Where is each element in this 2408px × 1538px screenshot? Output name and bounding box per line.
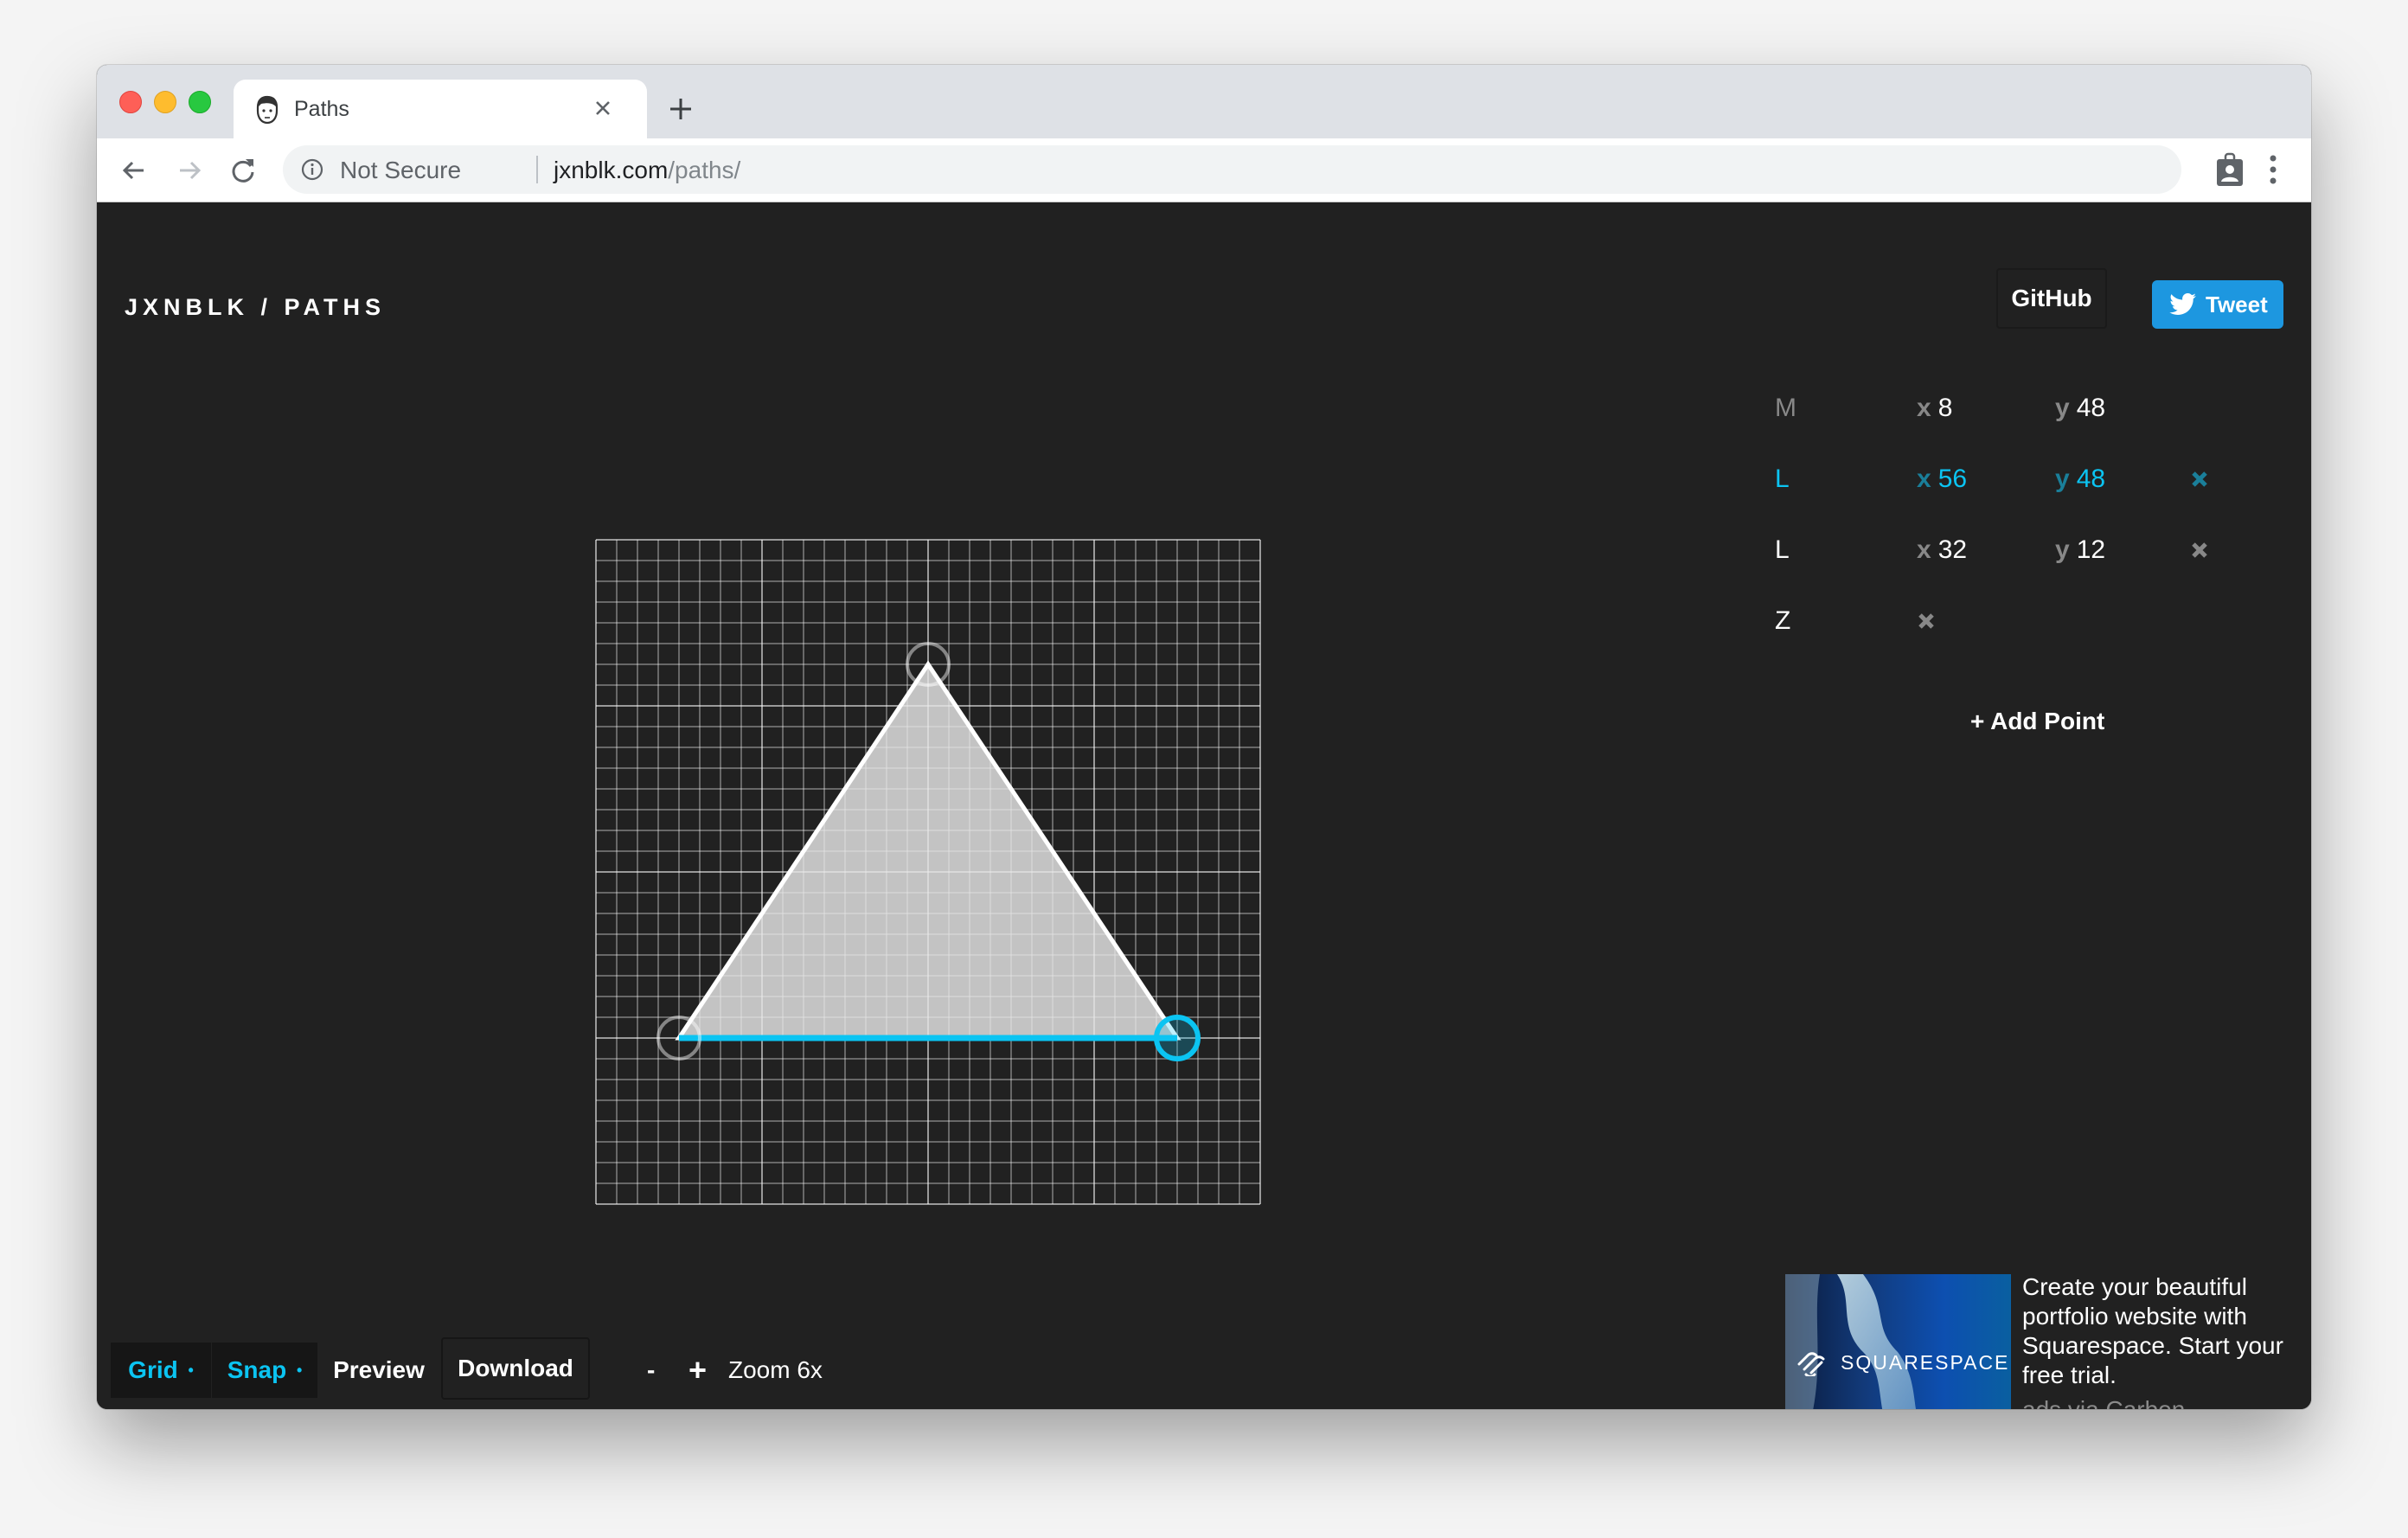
- y-label: y: [2055, 394, 2070, 422]
- x-label: x: [1917, 394, 1931, 422]
- y-value[interactable]: 12: [2077, 535, 2105, 564]
- grid-on-indicator: •: [188, 1362, 194, 1379]
- y-value[interactable]: 48: [2077, 465, 2105, 493]
- tweet-button[interactable]: Tweet: [2152, 280, 2283, 329]
- snap-toggle[interactable]: Snap •: [212, 1343, 317, 1398]
- delete-close-icon[interactable]: [1917, 612, 1936, 631]
- path-editor-canvas[interactable]: [595, 539, 1261, 1205]
- tab-title: Paths: [294, 97, 349, 121]
- grid-svg[interactable]: [595, 539, 1261, 1205]
- download-button[interactable]: Download: [441, 1337, 590, 1400]
- maximize-window-button[interactable]: [189, 91, 211, 113]
- ad-image[interactable]: SQUARESPACE: [1785, 1274, 2011, 1409]
- twitter-bird-icon: [2169, 293, 2196, 315]
- y-field[interactable]: y 48: [2055, 387, 2105, 430]
- ad-artwork: [1785, 1274, 2011, 1409]
- zoom-out-button[interactable]: -: [647, 1343, 655, 1398]
- x-value[interactable]: 56: [1938, 465, 1967, 493]
- face-favicon-icon: [256, 95, 279, 125]
- zoom-level: Zoom 6x: [728, 1356, 823, 1383]
- zoom-in-button[interactable]: +: [688, 1343, 707, 1398]
- command-letter: Z: [1775, 606, 1791, 635]
- bottom-toolbar: Grid • Snap • Preview Download - + Zoom …: [97, 1336, 962, 1400]
- snap-on-indicator: •: [296, 1362, 303, 1379]
- command-row-z[interactable]: Z: [1775, 599, 2259, 643]
- tab-paths[interactable]: Paths: [234, 80, 647, 138]
- tab-strip: Paths: [97, 65, 2311, 138]
- add-point-button[interactable]: + Add Point: [1970, 704, 2104, 739]
- y-field[interactable]: y 12: [2055, 529, 2105, 572]
- tweet-label: Tweet: [2206, 292, 2268, 317]
- back-arrow-icon[interactable]: [119, 156, 149, 185]
- reload-icon[interactable]: [228, 156, 258, 185]
- command-row-l-2[interactable]: L x 32 y 12: [1775, 529, 2259, 572]
- command-row-m[interactable]: M x8 y 48: [1775, 387, 2259, 430]
- y-field[interactable]: y 48: [2055, 458, 2105, 501]
- security-label: Not Secure: [340, 157, 462, 183]
- point-handle[interactable]: [1154, 1015, 1201, 1061]
- address-bar[interactable]: Not Secure jxnblk.com/paths/: [283, 145, 2181, 194]
- command-row-l-1[interactable]: L x 56 y 48: [1775, 458, 2259, 501]
- new-tab-icon[interactable]: [668, 96, 694, 122]
- close-window-button[interactable]: [119, 91, 142, 113]
- x-value[interactable]: 8: [1938, 394, 1953, 422]
- x-value[interactable]: 32: [1938, 535, 1967, 564]
- forward-arrow-icon[interactable]: [175, 156, 204, 185]
- grid-toggle-label: Grid: [128, 1356, 178, 1383]
- ad-via-carbon[interactable]: ads via Carbon: [2022, 1395, 2185, 1409]
- profile-badge-icon[interactable]: [2216, 152, 2244, 187]
- delete-point-icon[interactable]: [2190, 470, 2209, 489]
- ad-text[interactable]: Create your beautiful portfolio website …: [2022, 1272, 2290, 1390]
- command-letter: M: [1775, 394, 1796, 422]
- browser-window: Paths Not Secure jxnblk.com/paths/ JXNBL…: [97, 65, 2311, 1409]
- browser-toolbar: Not Secure jxnblk.com/paths/: [97, 138, 2311, 202]
- delete-point-icon[interactable]: [2190, 541, 2209, 560]
- url-text: jxnblk.com/paths/: [554, 157, 740, 184]
- preview-button[interactable]: Preview: [318, 1343, 439, 1398]
- github-button[interactable]: GitHub: [1996, 268, 2107, 329]
- page-content: JXNBLK / PATHS GitHub Tweet M x8 y 48 L …: [97, 202, 2311, 1409]
- x-field[interactable]: x8: [1917, 387, 1952, 430]
- x-label: x: [1917, 465, 1931, 493]
- carbon-ad[interactable]: SQUARESPACE Create your beautiful portfo…: [1785, 1272, 2296, 1409]
- more-menu-icon[interactable]: [2268, 154, 2278, 185]
- x-label: x: [1917, 535, 1931, 564]
- url-path: /paths/: [668, 157, 741, 183]
- command-letter: L: [1775, 465, 1790, 493]
- grid-toggle[interactable]: Grid •: [111, 1343, 211, 1398]
- omnibox-divider: [536, 156, 538, 183]
- y-label: y: [2055, 535, 2070, 564]
- site-brand[interactable]: JXNBLK / PATHS: [125, 294, 386, 320]
- y-label: y: [2055, 465, 2070, 493]
- minimize-window-button[interactable]: [154, 91, 176, 113]
- info-icon[interactable]: [300, 157, 324, 182]
- y-value[interactable]: 48: [2077, 394, 2105, 422]
- x-field[interactable]: x 56: [1917, 458, 1967, 501]
- x-field[interactable]: x 32: [1917, 529, 1967, 572]
- close-tab-icon[interactable]: [590, 95, 616, 121]
- snap-toggle-label: Snap: [227, 1356, 287, 1383]
- ad-brand: SQUARESPACE: [1841, 1351, 2010, 1374]
- command-letter: L: [1775, 535, 1790, 564]
- squarespace-logo-icon: [1797, 1352, 1825, 1376]
- url-host: jxnblk.com: [554, 157, 669, 183]
